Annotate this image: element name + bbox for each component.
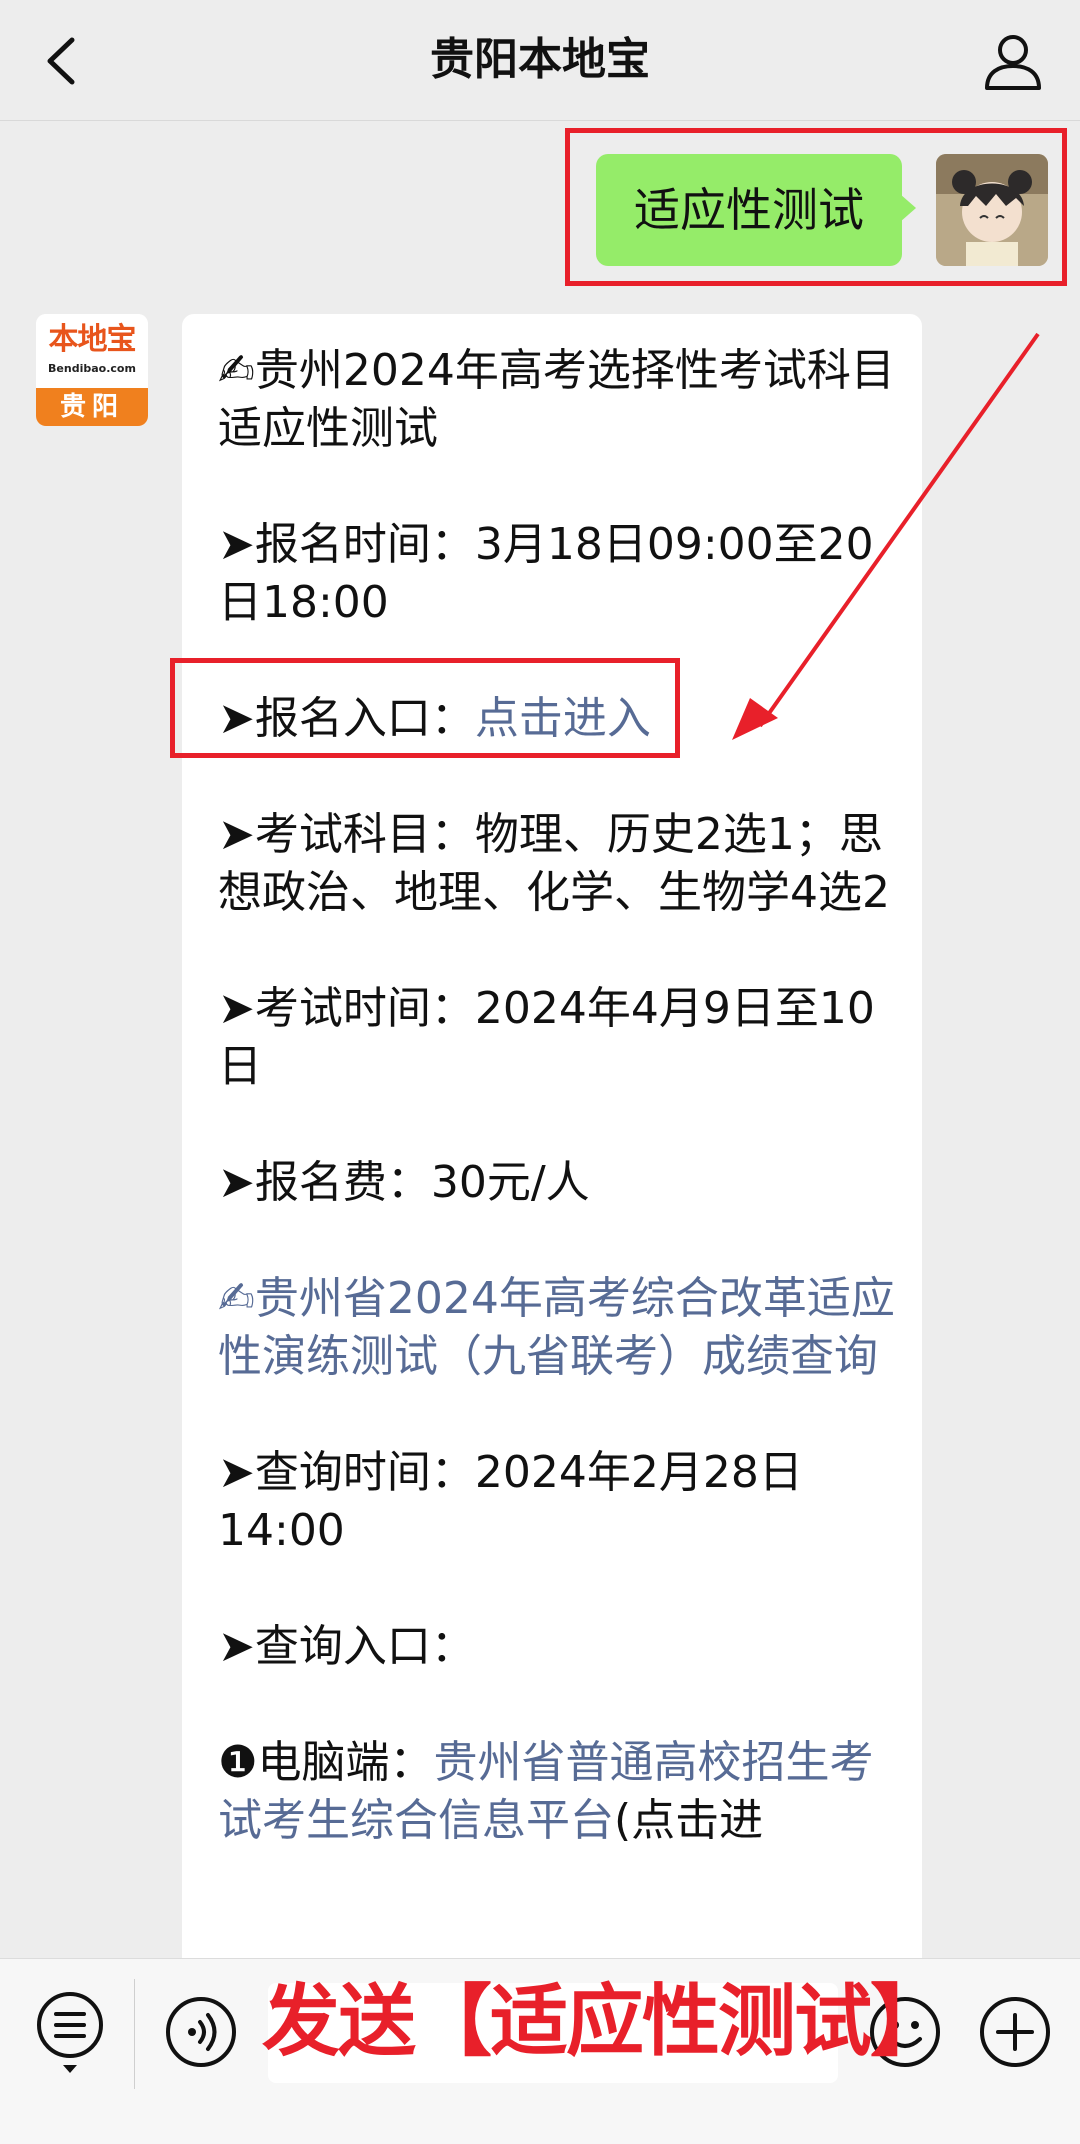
query-time: ➤查询时间：2024年2月28日14:00	[218, 1447, 803, 1556]
voice-icon[interactable]	[164, 1995, 238, 2069]
plus-icon[interactable]	[978, 1995, 1052, 2069]
outgoing-message-bubble[interactable]: 适应性测试	[596, 154, 916, 266]
section2-title-link[interactable]: ✍贵州省2024年高考综合改革适应性演练测试（九省联考）成绩查询	[218, 1270, 898, 1386]
logo-main-text: 本地宝	[48, 322, 137, 357]
pc-entry-suffix: (点击进	[614, 1795, 764, 1846]
bendibao-logo: 本地宝 Bendibao.com	[36, 314, 148, 384]
logo-sub-text: Bendibao.com	[48, 362, 136, 375]
menu-list-icon[interactable]	[34, 1989, 106, 2075]
logo-city-text: 贵阳	[36, 388, 148, 426]
exam-subjects: ➤考试科目：物理、历史2选1；思想政治、地理、化学、生物学4选2	[218, 809, 890, 918]
exam-time: ➤考试时间：2024年4月9日至10日	[218, 983, 875, 1092]
account-avatar[interactable]: 本地宝 Bendibao.com 贵阳	[36, 314, 148, 426]
pc-entry-label: ❶电脑端：	[218, 1737, 434, 1788]
top-bar: 贵阳本地宝	[0, 0, 1080, 121]
query-entry: ➤查询入口：	[218, 1621, 475, 1672]
avatar-illustration	[936, 154, 1048, 266]
annotation-arrow	[732, 332, 1040, 740]
pc-entry: ❶电脑端：贵州省普通高校招生考试考生综合信息平台(点击进	[218, 1734, 898, 1850]
divider	[134, 1979, 135, 2089]
page-title: 贵阳本地宝	[430, 34, 650, 85]
user-avatar[interactable]	[936, 154, 1048, 266]
user-profile-icon[interactable]	[982, 30, 1044, 92]
overlay-instruction-text: 发送【适应性测试】	[262, 1977, 948, 2067]
annotation-box-entry	[170, 658, 680, 758]
registration-fee: ➤报名费：30元/人	[218, 1157, 590, 1208]
